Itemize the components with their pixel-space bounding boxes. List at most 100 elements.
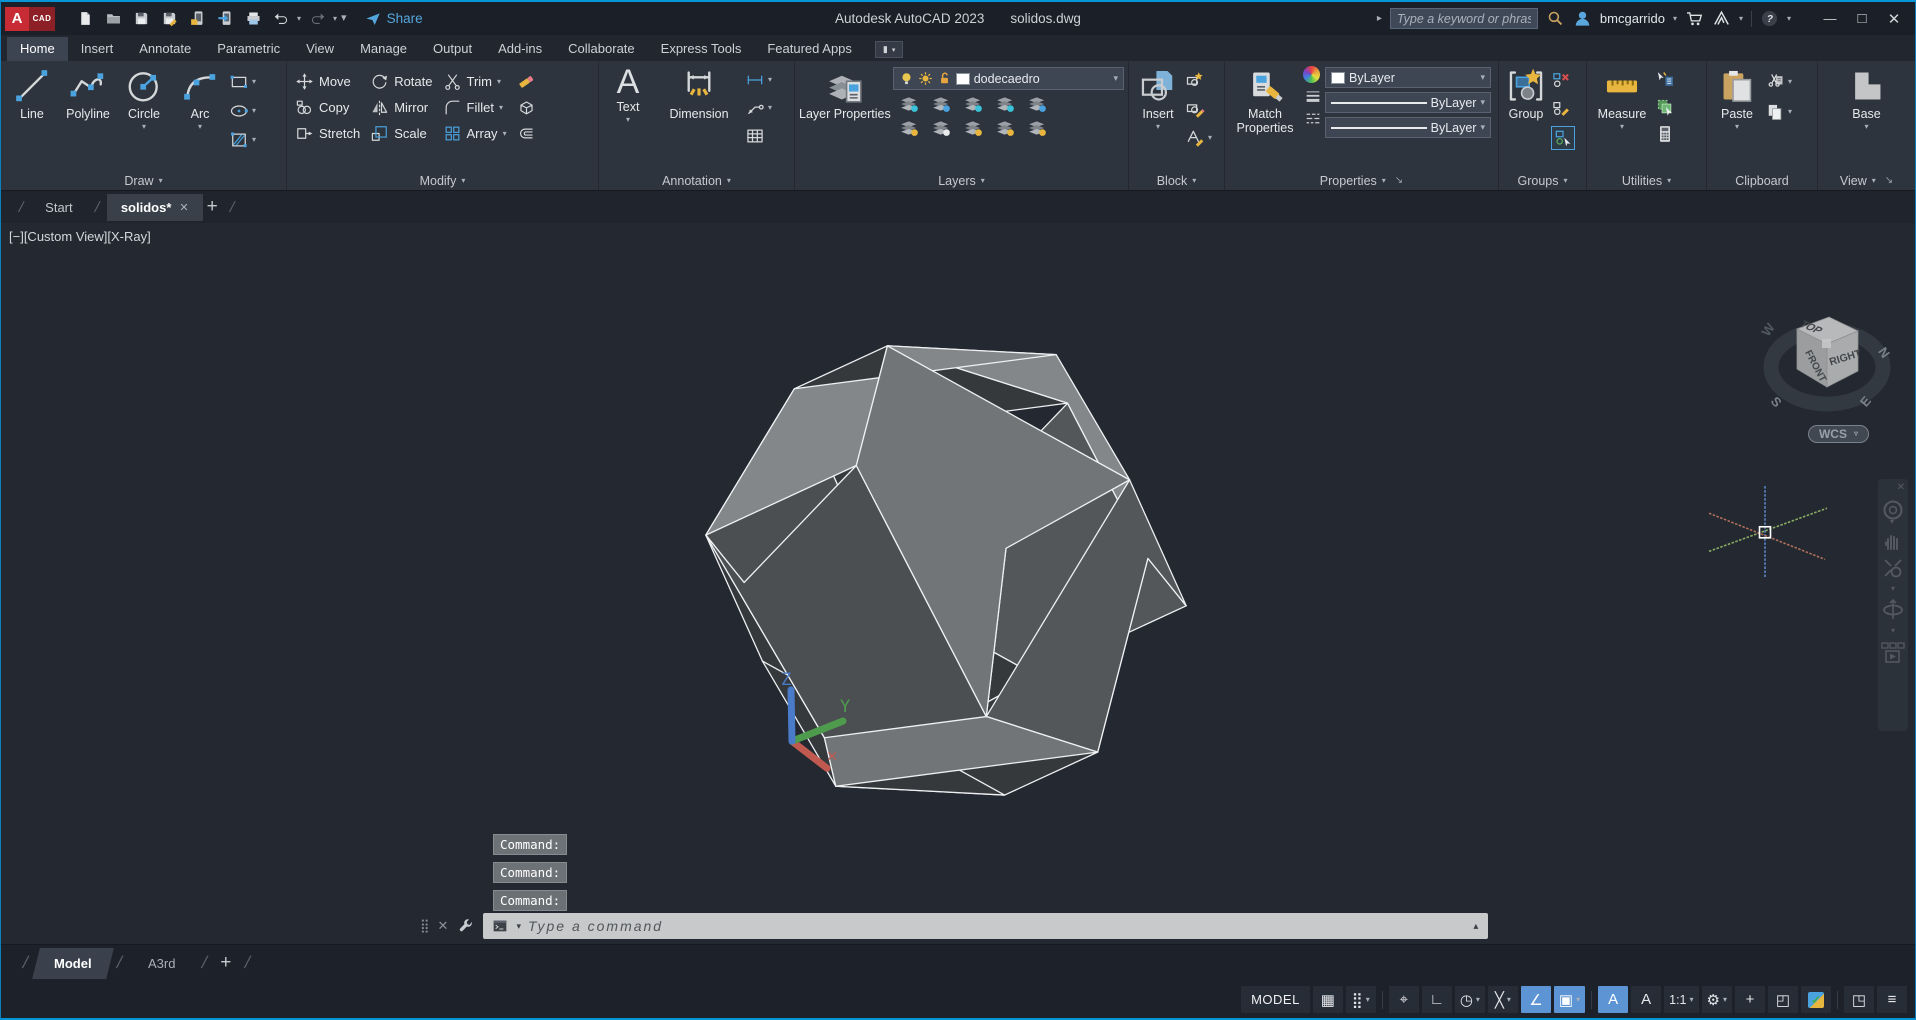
- new-layout-button[interactable]: +: [220, 952, 231, 974]
- layer-thaw-icon[interactable]: [918, 71, 933, 86]
- compass-west[interactable]: W: [1758, 320, 1778, 339]
- layer-walk-icon[interactable]: [1025, 118, 1050, 138]
- utilities-panel-label[interactable]: Utilities ▾: [1587, 171, 1706, 190]
- iso-drafting-caret[interactable]: ▾: [1507, 995, 1511, 1004]
- polar-tracking-caret[interactable]: ▾: [1476, 995, 1480, 1004]
- qat-customize-button[interactable]: ▾: [341, 13, 347, 24]
- properties-panel-label[interactable]: Properties ▾ ↘: [1225, 171, 1498, 190]
- arc-button[interactable]: Arc ▾: [173, 64, 227, 171]
- lineweight-icon[interactable]: [1303, 88, 1323, 105]
- ribbon-tab-manage[interactable]: Manage: [347, 37, 420, 61]
- open-from-web-button[interactable]: [185, 7, 209, 31]
- layers-panel-label[interactable]: Layers ▾: [795, 171, 1128, 190]
- layer-make-current-icon[interactable]: [929, 118, 954, 138]
- layer-unisolate-icon[interactable]: [929, 94, 954, 114]
- edit-attributes-button[interactable]: ▾: [1185, 128, 1212, 148]
- annotation-visibility-button[interactable]: A: [1598, 986, 1629, 1013]
- signed-in-user[interactable]: bmcgarrido: [1600, 11, 1665, 26]
- dodecahedron-solid[interactable]: [705, 345, 1187, 796]
- object-snap-caret[interactable]: ▾: [1576, 995, 1580, 1004]
- view-launcher-icon[interactable]: ↘: [1885, 175, 1893, 186]
- minimize-button[interactable]: —: [1815, 6, 1845, 32]
- redo-button[interactable]: [305, 7, 329, 31]
- rectangle-button[interactable]: ▾: [229, 72, 256, 92]
- close-button[interactable]: ✕: [1879, 6, 1909, 32]
- array-button[interactable]: Array ▾: [443, 124, 507, 143]
- customization-button[interactable]: ≡: [1877, 986, 1907, 1013]
- autocad-logo[interactable]: A CAD: [5, 6, 55, 32]
- ribbon-tab-parametric[interactable]: Parametric: [204, 37, 293, 61]
- ribbon-tab-add-ins[interactable]: Add-ins: [485, 37, 555, 61]
- object-color-combo[interactable]: ByLayer ▾: [1325, 67, 1491, 88]
- new-file-button[interactable]: [73, 7, 97, 31]
- layer-select-combo[interactable]: dodecaedro ▾: [892, 67, 1124, 90]
- command-drag-handle[interactable]: ⣿: [420, 918, 429, 934]
- user-menu-caret[interactable]: ▾: [1673, 14, 1677, 23]
- layer-freeze-icon[interactable]: [961, 94, 986, 114]
- search-expand-arrow[interactable]: ▸: [1377, 13, 1382, 24]
- command-terminal-icon[interactable]: [491, 918, 509, 934]
- quick-select-button[interactable]: [1655, 70, 1675, 90]
- modify-panel-label[interactable]: Modify ▾: [287, 171, 598, 190]
- command-customize-icon[interactable]: [457, 918, 474, 935]
- file-tab-start[interactable]: Start: [31, 194, 86, 221]
- match-properties-button[interactable]: Match Properties: [1229, 64, 1301, 171]
- isolate-objects-button[interactable]: ◰: [1768, 986, 1798, 1013]
- trim-button[interactable]: Trim ▾: [443, 72, 507, 91]
- leader-button[interactable]: ▾: [745, 98, 772, 118]
- zoom-icon[interactable]: [1882, 557, 1904, 579]
- properties-launcher-icon[interactable]: ↘: [1395, 175, 1403, 186]
- navbar-close-icon[interactable]: ✕: [1897, 483, 1905, 493]
- redo-caret[interactable]: ▾: [333, 14, 337, 23]
- circle-button[interactable]: Circle ▾: [117, 64, 171, 171]
- text-button[interactable]: A Text ▾: [603, 64, 653, 171]
- layout-tab-a3rd[interactable]: A3rd: [126, 948, 197, 979]
- ribbon-tab-collaborate[interactable]: Collaborate: [555, 37, 648, 61]
- group-selection-toggle[interactable]: [1551, 126, 1575, 150]
- color-wheel-icon[interactable]: [1303, 66, 1320, 83]
- recent-commands-caret[interactable]: ▾: [516, 921, 521, 932]
- save-button[interactable]: [129, 7, 153, 31]
- layer-on-icon[interactable]: [899, 71, 914, 86]
- annotation-panel-label[interactable]: Annotation ▾: [599, 171, 794, 190]
- copy-button[interactable]: Copy: [295, 98, 360, 117]
- model-space-viewport[interactable]: ✕ Y Z: [1, 223, 1915, 944]
- file-tab-solidos[interactable]: solidos* ✕: [106, 193, 203, 221]
- group-button[interactable]: Group: [1503, 64, 1549, 171]
- dimension-button[interactable]: Dimension: [655, 64, 743, 171]
- autodesk-logo-icon[interactable]: [1712, 9, 1731, 28]
- ribbon-tab-featured-apps[interactable]: Featured Apps: [754, 37, 865, 61]
- command-input-bar[interactable]: ▾ Type a command ▴: [483, 913, 1489, 939]
- ribbon-tab-express-tools[interactable]: Express Tools: [648, 37, 755, 61]
- iso-drafting-button[interactable]: ╳ ▾: [1487, 986, 1518, 1013]
- command-dock[interactable]: ⣿ ✕ ▾ Type a command ▴: [411, 912, 1489, 940]
- hatch-button[interactable]: ▾: [229, 130, 256, 150]
- rotate-button[interactable]: Rotate: [370, 72, 433, 91]
- zoom-caret[interactable]: ▾: [1891, 585, 1895, 593]
- mirror-button[interactable]: Mirror: [370, 98, 432, 117]
- line-button[interactable]: Line: [5, 64, 59, 171]
- ribbon-tab-home[interactable]: Home: [7, 37, 68, 61]
- command-close-icon[interactable]: ✕: [438, 918, 449, 934]
- base-button[interactable]: Base ▾: [1838, 64, 1896, 171]
- measure-button[interactable]: Measure ▾: [1591, 64, 1653, 171]
- layer-combo-caret[interactable]: ▾: [1113, 74, 1118, 83]
- clean-screen-button[interactable]: ◳: [1844, 986, 1874, 1013]
- block-panel-label[interactable]: Block ▾: [1129, 171, 1224, 190]
- plot-button[interactable]: [241, 7, 265, 31]
- quick-calc-button[interactable]: [1655, 124, 1675, 144]
- layer-properties-button[interactable]: Layer Properties: [799, 64, 891, 171]
- ungroup-button[interactable]: [1551, 70, 1575, 90]
- ribbon-tab-annotate[interactable]: Annotate: [126, 37, 204, 61]
- annotation-scale-button[interactable]: 1:1 ▾: [1664, 986, 1699, 1013]
- stretch-button[interactable]: Stretch: [295, 124, 360, 143]
- object-snap-button[interactable]: ▣ ▾: [1553, 986, 1586, 1013]
- ribbon-tab-view[interactable]: View: [293, 37, 347, 61]
- open-file-button[interactable]: [101, 7, 125, 31]
- grid-display-button[interactable]: ▦: [1312, 986, 1343, 1013]
- table-button[interactable]: [745, 126, 772, 146]
- layer-unlock-icon[interactable]: [937, 71, 952, 86]
- save-as-button[interactable]: [157, 7, 181, 31]
- layer-lock-icon[interactable]: [993, 94, 1018, 114]
- snap-mode-button[interactable]: ⣿ ▾: [1345, 986, 1376, 1013]
